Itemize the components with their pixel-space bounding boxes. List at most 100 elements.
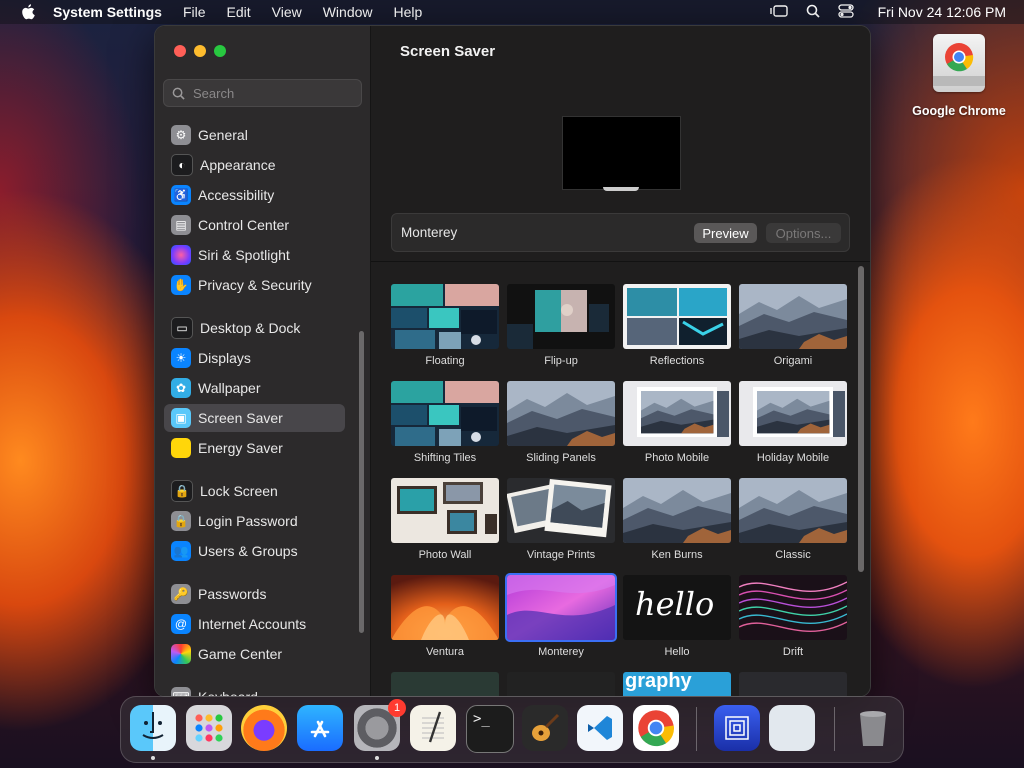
sidebar-item-label: Displays bbox=[198, 350, 251, 366]
options-button[interactable]: Options... bbox=[766, 223, 841, 243]
sidebar-item-label: Login Password bbox=[198, 513, 298, 529]
saver-photo-mobile[interactable]: Photo Mobile bbox=[623, 381, 731, 464]
saver-thumbnail bbox=[507, 672, 615, 696]
saver-partial-tile[interactable] bbox=[391, 672, 499, 696]
saver-sliding-panels[interactable]: Sliding Panels bbox=[507, 381, 615, 464]
screensaver-icon: ▣ bbox=[171, 408, 191, 428]
blank-dock-icon[interactable] bbox=[769, 705, 815, 751]
sidebar-item-login-password[interactable]: 🔒 Login Password bbox=[164, 507, 345, 535]
saver-label: Hello bbox=[664, 646, 690, 658]
close-button[interactable] bbox=[174, 45, 186, 57]
saver-floating[interactable]: Floating bbox=[391, 284, 499, 367]
guitar-dock-icon[interactable] bbox=[522, 705, 568, 751]
menu-help[interactable]: Help bbox=[394, 4, 423, 20]
lock-icon: 🔒 bbox=[171, 511, 191, 531]
sidebar-item-label: Wallpaper bbox=[198, 380, 261, 396]
app-store-dock-icon[interactable] bbox=[297, 705, 343, 751]
saver-thumbnail bbox=[739, 575, 847, 640]
dock-separator bbox=[696, 707, 697, 751]
saver-flip-up[interactable]: Flip-up bbox=[507, 284, 615, 367]
control-center-icon[interactable] bbox=[837, 3, 854, 21]
grid-scrollbar[interactable] bbox=[858, 266, 864, 572]
sidebar-item-passwords[interactable]: 🔑 Passwords bbox=[164, 580, 345, 608]
saver-label: Monterey bbox=[538, 646, 584, 658]
sidebar-item-energy-saver[interactable]: Energy Saver bbox=[164, 434, 345, 462]
appearance-icon: ◐ bbox=[171, 154, 193, 176]
menu-view[interactable]: View bbox=[272, 4, 302, 20]
sidebar-item-users-groups[interactable]: 👥 Users & Groups bbox=[164, 537, 345, 565]
zoom-button[interactable] bbox=[214, 45, 226, 57]
saver-classic[interactable]: Classic bbox=[739, 478, 847, 561]
sidebar-item-siri-spotlight[interactable]: Siri & Spotlight bbox=[164, 241, 345, 269]
sidebar-item-privacy-security[interactable]: ✋ Privacy & Security bbox=[164, 271, 345, 299]
sidebar-item-appearance[interactable]: ◐ Appearance bbox=[164, 151, 345, 179]
saver-photo-wall[interactable]: Photo Wall bbox=[391, 478, 499, 561]
sidebar-item-control-center[interactable]: ▤ Control Center bbox=[164, 211, 345, 239]
saver-shifting-tiles[interactable]: Shifting Tiles bbox=[391, 381, 499, 464]
preview-button[interactable]: Preview bbox=[694, 223, 757, 243]
search-icon[interactable] bbox=[806, 4, 820, 21]
saver-ken-burns[interactable]: Ken Burns bbox=[623, 478, 731, 561]
vscode-dock-icon[interactable] bbox=[577, 705, 623, 751]
flower-icon: ✿ bbox=[171, 378, 191, 398]
settings-dock-icon[interactable]: 1 bbox=[354, 699, 406, 751]
sidebar-item-label: Accessibility bbox=[198, 187, 275, 203]
minimize-button[interactable] bbox=[194, 45, 206, 57]
menu-edit[interactable]: Edit bbox=[227, 4, 251, 20]
saver-hello[interactable]: hello Hello bbox=[623, 575, 731, 658]
saver-monterey[interactable]: Monterey bbox=[505, 573, 617, 658]
saver-partial-tile[interactable]: graphy bbox=[623, 672, 731, 696]
saver-thumbnail bbox=[739, 672, 847, 696]
textedit-dock-icon[interactable] bbox=[410, 705, 456, 751]
partial-thumbnail-text: graphy bbox=[625, 672, 692, 692]
notification-badge: 1 bbox=[388, 699, 406, 717]
sidebar-scrollbar[interactable] bbox=[359, 331, 364, 633]
saver-drift[interactable]: Drift bbox=[739, 575, 847, 658]
keyboard-icon: ⌨ bbox=[171, 687, 191, 696]
sidebar-item-accessibility[interactable]: ♿ Accessibility bbox=[164, 181, 345, 209]
chrome-dock-icon[interactable] bbox=[633, 705, 679, 751]
menu-file[interactable]: File bbox=[183, 4, 206, 20]
finder-dock-icon[interactable] bbox=[130, 705, 176, 751]
firefox-dock-icon[interactable] bbox=[241, 705, 287, 751]
sidebar-item-label: Lock Screen bbox=[200, 483, 278, 499]
sidebar-item-screen-saver[interactable]: ▣ Screen Saver bbox=[164, 404, 345, 432]
clock[interactable]: Fri Nov 24 12:06 PM bbox=[878, 4, 1006, 20]
sidebar-item-label: Users & Groups bbox=[198, 543, 298, 559]
sidebar-item-internet-accounts[interactable]: @ Internet Accounts bbox=[164, 610, 345, 638]
saver-partial-tile[interactable] bbox=[739, 672, 847, 696]
sidebar-item-desktop-dock[interactable]: ▭ Desktop & Dock bbox=[164, 314, 345, 342]
sidebar-item-label: Screen Saver bbox=[198, 410, 283, 426]
sidebar-item-general[interactable]: ⚙ General bbox=[164, 121, 345, 149]
lock-icon: 🔒 bbox=[171, 480, 193, 502]
launchpad-dock-icon[interactable] bbox=[186, 705, 232, 751]
saver-thumbnail bbox=[623, 478, 731, 543]
sidebar-item-lock-screen[interactable]: 🔒 Lock Screen bbox=[164, 477, 345, 505]
menu-window[interactable]: Window bbox=[323, 4, 373, 20]
saver-partial-tile[interactable] bbox=[507, 672, 615, 696]
current-saver-bar: Monterey Preview Options... bbox=[391, 213, 850, 252]
saver-reflections[interactable]: Reflections bbox=[623, 284, 731, 367]
saver-ventura[interactable]: Ventura bbox=[391, 575, 499, 658]
search-icon bbox=[172, 87, 185, 100]
saver-origami[interactable]: Origami bbox=[739, 284, 847, 367]
apple-icon[interactable] bbox=[18, 2, 38, 22]
saver-vintage-prints[interactable]: Vintage Prints bbox=[507, 478, 615, 561]
terminal-dock-icon[interactable]: >_ bbox=[466, 705, 514, 753]
sidebar-item-displays[interactable]: ☀ Displays bbox=[164, 344, 345, 372]
sidebar-item-label: Game Center bbox=[198, 646, 283, 662]
saver-holiday-mobile[interactable]: Holiday Mobile bbox=[739, 381, 847, 464]
saver-thumbnail bbox=[623, 381, 731, 446]
saver-thumbnail bbox=[505, 573, 617, 642]
trash-dock-icon[interactable] bbox=[850, 705, 896, 751]
saver-thumbnail bbox=[391, 672, 499, 696]
sidebar-item-game-center[interactable]: Game Center bbox=[164, 640, 345, 668]
saver-thumbnail bbox=[507, 284, 615, 349]
app-menu[interactable]: System Settings bbox=[53, 4, 162, 20]
search-field[interactable]: Search bbox=[163, 79, 362, 107]
square-dock-icon[interactable] bbox=[714, 705, 760, 751]
sidebar-item-keyboard[interactable]: ⌨ Keyboard bbox=[164, 683, 345, 696]
stage-manager-icon[interactable] bbox=[769, 4, 788, 21]
desktop-icon-chrome[interactable]: Google Chrome bbox=[905, 34, 1013, 118]
sidebar-item-wallpaper[interactable]: ✿ Wallpaper bbox=[164, 374, 345, 402]
